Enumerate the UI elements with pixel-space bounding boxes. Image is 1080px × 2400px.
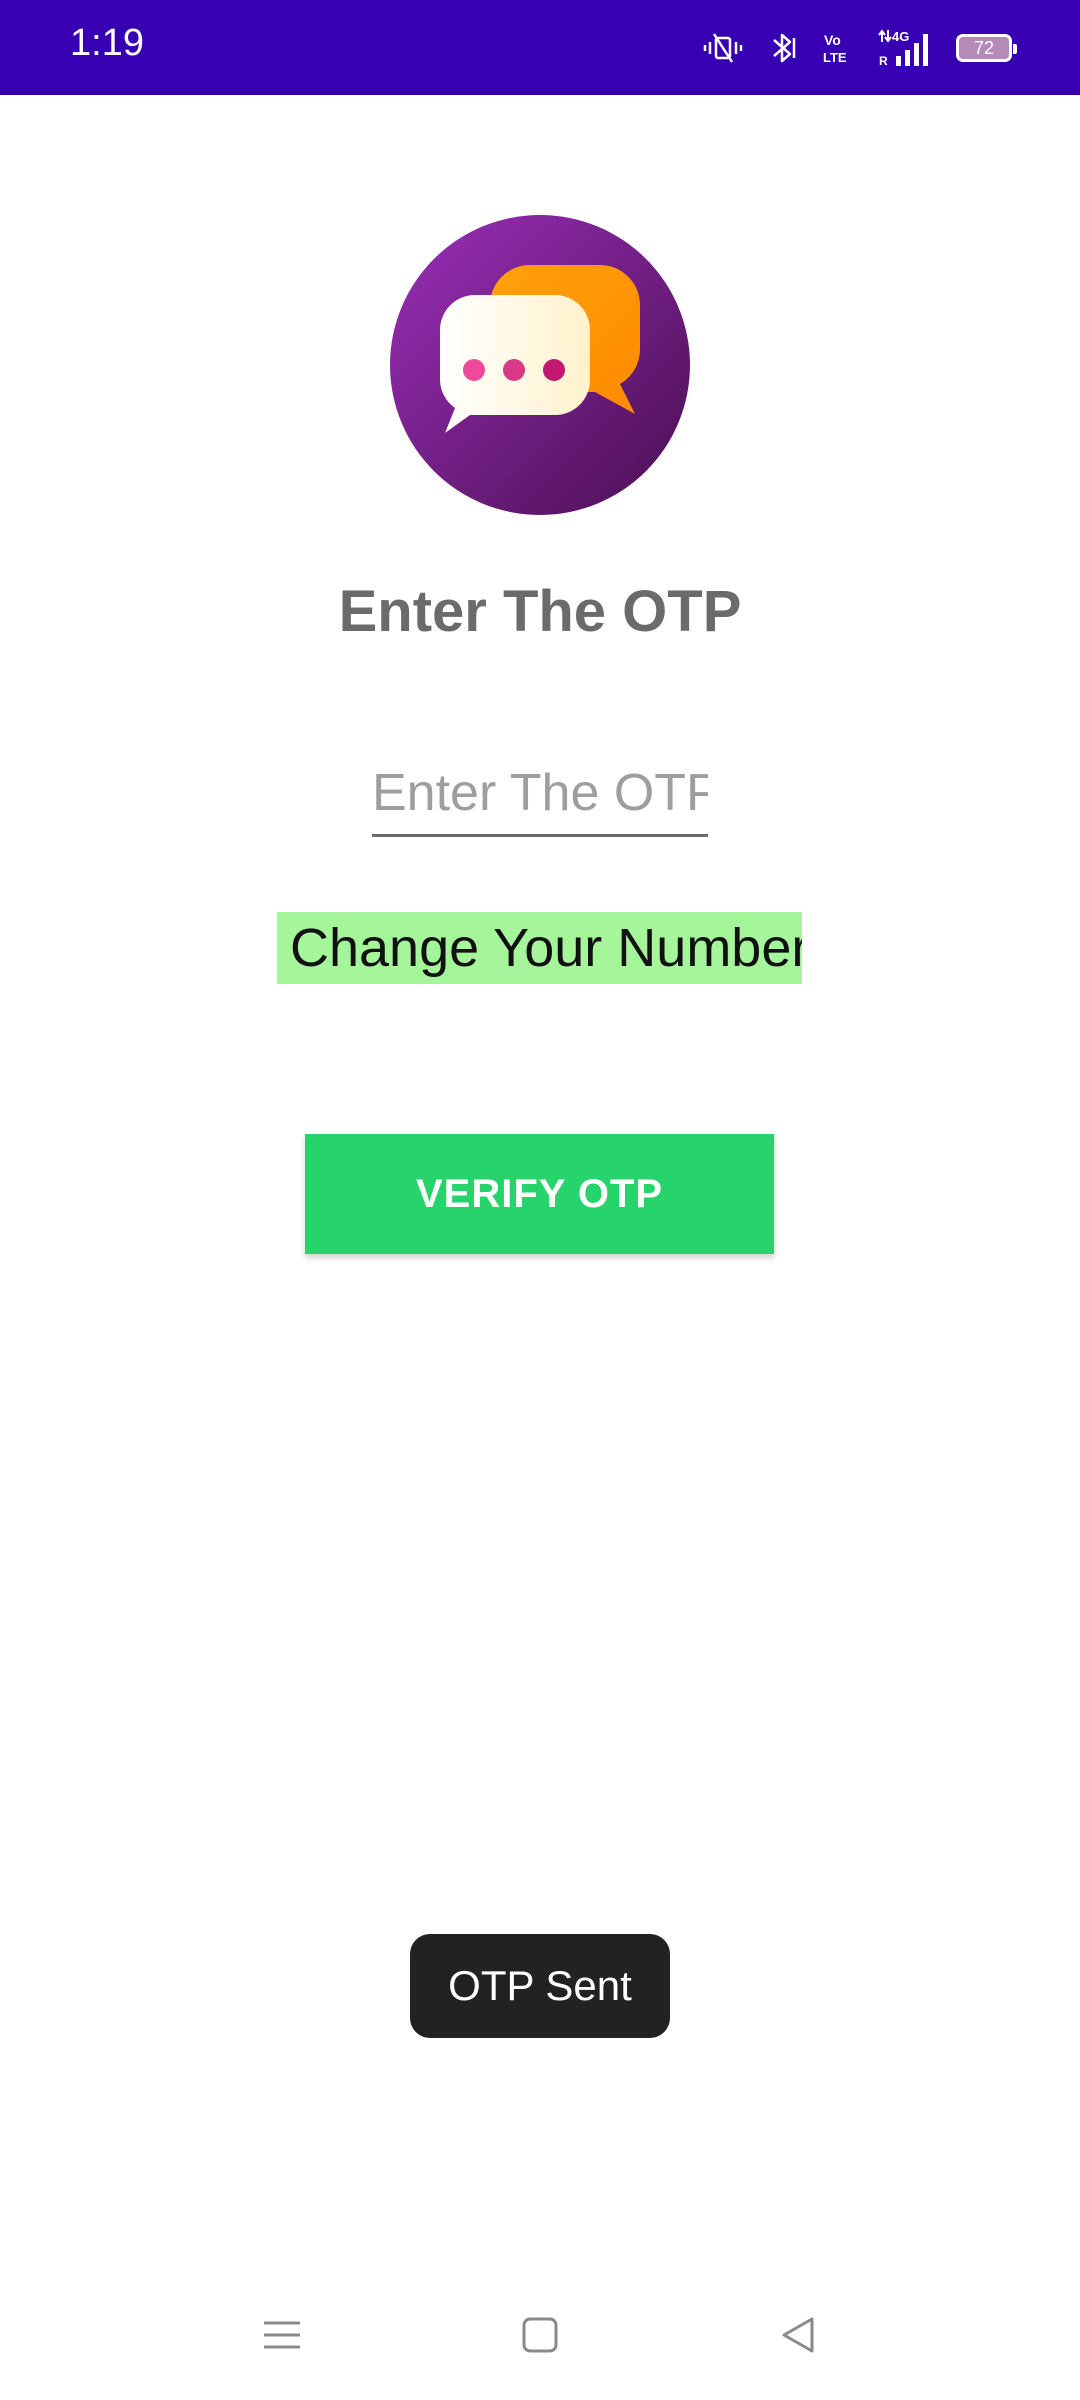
change-number-link[interactable]: Change Your Number xyxy=(277,912,802,984)
back-icon[interactable] xyxy=(763,2300,833,2370)
otp-screen: 1:19 Vo LTE 4G R 72 Enter The OTP Enter … xyxy=(0,0,1080,2400)
verify-otp-button[interactable]: VERIFY OTP xyxy=(305,1134,774,1254)
volte-label-bottom: LTE xyxy=(823,50,847,65)
volte-icon: Vo LTE xyxy=(822,30,858,66)
chat-bubbles-logo-icon xyxy=(390,215,690,515)
toast-message: OTP Sent xyxy=(410,1934,670,2038)
otp-input[interactable] xyxy=(372,752,708,837)
network-label: 4G xyxy=(892,29,909,44)
battery-level: 72 xyxy=(973,38,995,58)
status-icons: Vo LTE 4G R 72 xyxy=(700,24,1017,72)
volte-label-top: Vo xyxy=(824,32,841,48)
battery-icon: 72 xyxy=(956,34,1017,62)
bluetooth-icon xyxy=(766,30,802,66)
home-icon[interactable] xyxy=(505,2300,575,2370)
system-nav-bar xyxy=(0,2290,1080,2380)
signal-4g-icon: 4G R xyxy=(878,28,936,68)
status-time: 1:19 xyxy=(70,22,144,64)
roaming-label: R xyxy=(879,54,888,68)
menu-icon[interactable] xyxy=(247,2300,317,2370)
status-bar: 1:19 Vo LTE 4G R 72 xyxy=(0,0,1080,95)
page-title: Enter The OTP xyxy=(338,579,742,644)
vibrate-mute-icon xyxy=(700,30,746,66)
